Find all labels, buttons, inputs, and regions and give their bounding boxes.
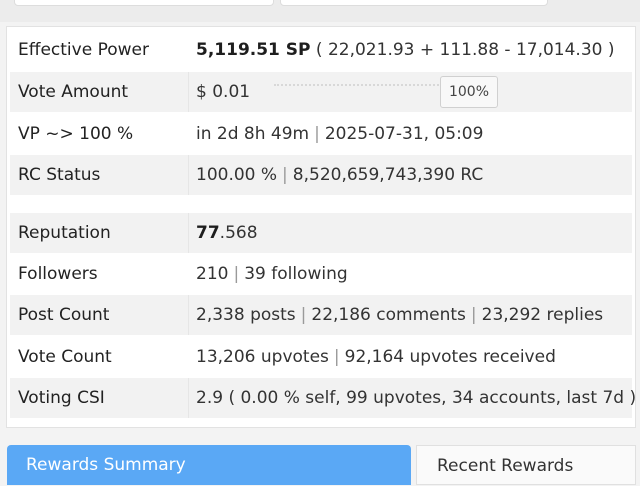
vote-weight-slider[interactable] [274, 84, 442, 100]
row-followers: Followers 210 | 39 following [10, 254, 632, 294]
row-reputation: Reputation 77.568 [10, 213, 632, 253]
column-divider [188, 378, 189, 418]
reputation-major: 77 [196, 223, 220, 243]
rc-amount: 8,520,659,743,390 RC [292, 165, 484, 185]
effective-power-sp: 5,119.51 SP [196, 40, 311, 60]
reputation-value: 77.568 [196, 213, 258, 253]
post-count-value: 2,338 posts | 22,186 comments | 23,292 repli… [196, 305, 604, 325]
comments-count: 22,186 comments [311, 305, 466, 325]
reputation-label: Reputation [18, 223, 111, 243]
vp-datetime: 2025-07-31, 05:09 [324, 124, 484, 144]
row-vote-amount: Vote Amount $ 0.01 100% [10, 72, 632, 112]
rc-status-label: RC Status [18, 165, 101, 185]
effective-power-value: 5,119.51 SP ( 22,021.93 + 111.88 - 17,01… [196, 30, 615, 70]
voting-csi-value: 2.9 ( 0.00 % self, 99 upvotes, 34 accoun… [196, 388, 637, 408]
row-vote-count: Vote Count 13,206 upvotes | 92,164 upvotes… [10, 337, 632, 377]
vote-weight-percent[interactable]: 100% [440, 76, 498, 108]
rc-percent: 100.00 % [196, 165, 278, 185]
vote-count-value: 13,206 upvotes | 92,164 upvotes received [196, 347, 556, 367]
column-divider [188, 72, 189, 112]
tab-recent-rewards[interactable]: Recent Rewards [416, 445, 636, 485]
vote-amount-label: Vote Amount [18, 82, 129, 102]
followers-count[interactable]: 210 [196, 264, 228, 284]
row-voting-csi: Voting CSI 2.9 ( 0.00 % self, 99 upvotes… [10, 378, 636, 418]
following-count[interactable]: 39 following [244, 264, 347, 284]
row-vp: VP ~> 100 % in 2d 8h 49m | 2025-07-31, 05:… [10, 114, 632, 154]
top-bar [0, 0, 640, 22]
upvotes-count: 13,206 upvotes [196, 347, 329, 367]
top-tab-right[interactable] [280, 0, 548, 6]
upvotes-received: 92,164 upvotes received [344, 347, 556, 367]
vp-value: in 2d 8h 49m | 2025-07-31, 05:09 [196, 124, 484, 144]
row-rc-status: RC Status 100.00 % | 8,520,659,743,390 RC [10, 155, 632, 195]
row-effective-power: Effective Power 5,119.51 SP ( 22,021.93 … [10, 30, 632, 70]
vote-amount-value: $ 0.01 [196, 82, 251, 102]
reputation-minor: .568 [219, 223, 258, 243]
effective-power-breakdown: ( 22,021.93 + 111.88 - 17,014.30 ) [310, 40, 615, 60]
effective-power-label: Effective Power [18, 40, 149, 60]
column-divider [188, 155, 189, 195]
column-divider [188, 295, 189, 335]
followers-label: Followers [18, 264, 98, 284]
tab-rewards-summary[interactable]: Rewards Summary [7, 445, 411, 485]
post-count-label: Post Count [18, 305, 110, 325]
voting-csi-label: Voting CSI [18, 388, 105, 408]
column-divider [188, 213, 189, 253]
rc-status-value: 100.00 % | 8,520,659,743,390 RC [196, 165, 484, 185]
posts-count: 2,338 posts [196, 305, 296, 325]
followers-value: 210 | 39 following [196, 264, 348, 284]
replies-count: 23,292 replies [481, 305, 604, 325]
vote-count-label: Vote Count [18, 347, 112, 367]
row-post-count: Post Count 2,338 posts | 22,186 comments | 2… [10, 295, 632, 335]
top-tab-left[interactable] [14, 0, 274, 6]
vp-label: VP ~> 100 % [18, 124, 134, 144]
vp-eta: in 2d 8h 49m [196, 124, 310, 144]
